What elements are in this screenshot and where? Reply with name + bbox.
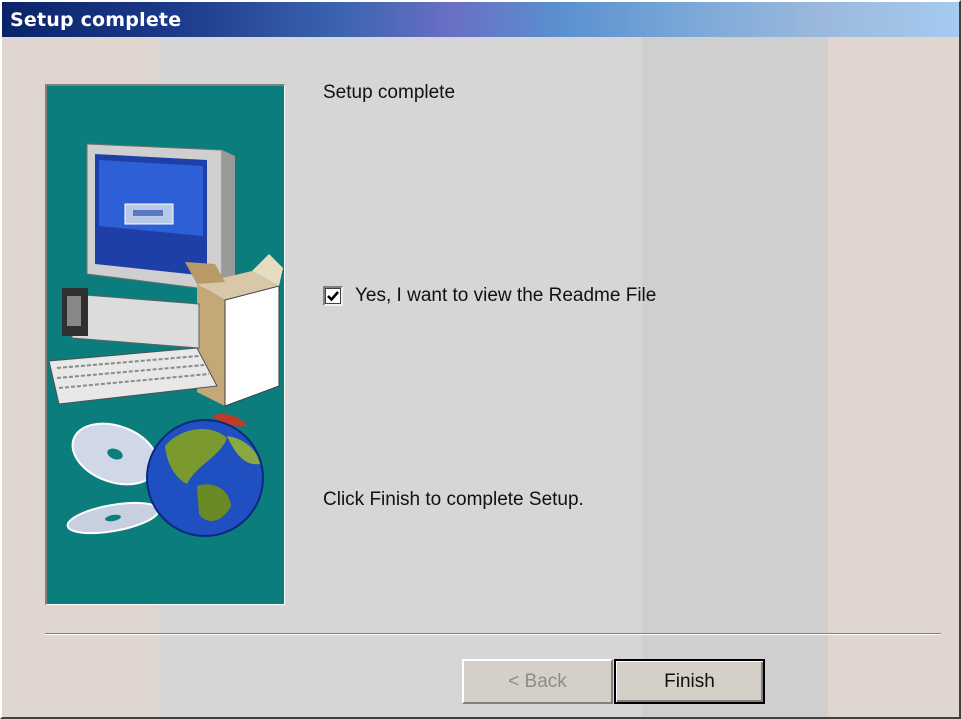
readme-checkbox-label[interactable]: Yes, I want to view the Readme File xyxy=(355,285,656,307)
setup-illustration-panel xyxy=(45,84,285,605)
page-heading: Setup complete xyxy=(323,82,456,103)
window-title: Setup complete xyxy=(10,8,182,31)
checkmark-icon xyxy=(327,291,339,302)
title-bar[interactable]: Setup complete xyxy=(2,2,959,37)
computer-globe-illustration xyxy=(48,143,283,537)
readme-checkbox-row[interactable]: Yes, I want to view the Readme File xyxy=(323,285,656,307)
back-button[interactable]: < Back xyxy=(462,659,613,704)
keyboard-icon xyxy=(48,288,218,405)
finish-instruction: Click Finish to complete Setup. xyxy=(323,489,584,510)
readme-checkbox[interactable] xyxy=(323,286,343,306)
divider xyxy=(45,633,941,635)
globe-icon xyxy=(146,414,264,537)
setup-complete-dialog: Setup complete Setup complete Yes, I wan… xyxy=(0,0,961,719)
finish-button[interactable]: Finish xyxy=(614,659,765,704)
